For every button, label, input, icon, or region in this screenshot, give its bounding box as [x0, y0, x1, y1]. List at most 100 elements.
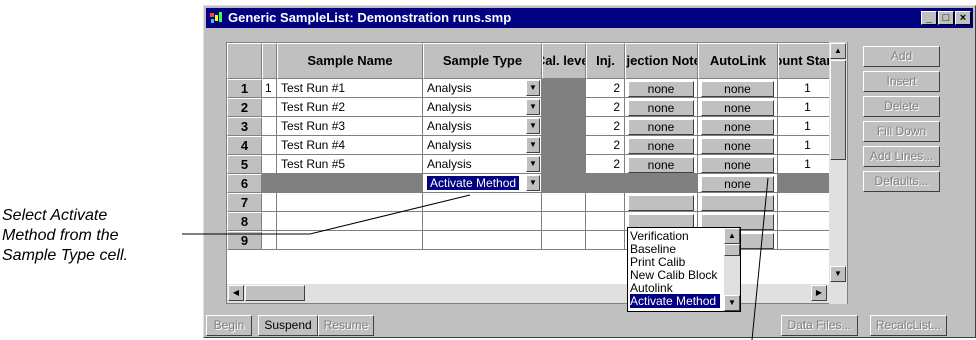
dropdown-option-selected[interactable]: Activate Method: [630, 294, 721, 308]
scroll-right-icon[interactable]: ▶: [811, 285, 827, 301]
injection-notes-cell[interactable]: none: [625, 155, 698, 174]
cal-level-cell[interactable]: [542, 193, 586, 212]
horizontal-scroll-thumb[interactable]: [245, 285, 305, 301]
injection-notes-button[interactable]: none: [628, 119, 694, 135]
injection-notes-button[interactable]: none: [628, 157, 694, 173]
sample-type-dropdown-list[interactable]: Verification Baseline Print Calib New Ca…: [627, 227, 741, 312]
inj-cell[interactable]: [586, 193, 625, 212]
dropdown-scroll-down-icon[interactable]: ▼: [724, 295, 740, 311]
dropdown-option[interactable]: New Calib Block: [630, 268, 717, 282]
injection-notes-button[interactable]: [628, 195, 694, 211]
injection-notes-button[interactable]: none: [628, 138, 694, 154]
autolink-button[interactable]: none: [701, 119, 774, 135]
dropdown-scroll-thumb[interactable]: [724, 244, 740, 256]
injection-notes-cell[interactable]: none: [625, 79, 698, 98]
injection-notes-cell[interactable]: [625, 174, 698, 193]
sample-type-cell[interactable]: Analysis ▼: [423, 136, 542, 155]
cal-level-cell[interactable]: [542, 117, 586, 136]
autolink-button[interactable]: none: [701, 157, 774, 173]
vertical-scroll-thumb[interactable]: [830, 60, 846, 160]
dropdown-arrow-icon[interactable]: ▼: [526, 156, 540, 172]
autolink-cell[interactable]: none: [698, 155, 778, 174]
sample-type-cell[interactable]: Analysis ▼: [423, 155, 542, 174]
injection-notes-button[interactable]: none: [628, 100, 694, 116]
resume-button[interactable]: Resume: [318, 315, 374, 336]
inj-cell[interactable]: 2: [586, 117, 625, 136]
autolink-cell[interactable]: none: [698, 98, 778, 117]
autolink-cell[interactable]: none: [698, 79, 778, 98]
dropdown-arrow-icon[interactable]: ▼: [526, 175, 540, 191]
sample-name-cell[interactable]: [277, 231, 423, 250]
injection-notes-cell[interactable]: [625, 193, 698, 212]
inj-cell[interactable]: 2: [586, 136, 625, 155]
sample-type-active-cell[interactable]: Activate Method ▼: [423, 174, 542, 193]
close-icon[interactable]: ×: [955, 11, 971, 25]
sample-type-cell[interactable]: [423, 231, 542, 250]
sample-type-cell[interactable]: Analysis ▼: [423, 98, 542, 117]
header-sample-type[interactable]: Sample Type: [423, 43, 542, 79]
row-header[interactable]: 4: [227, 136, 262, 155]
row-header[interactable]: 6: [227, 174, 262, 193]
cal-level-cell[interactable]: [542, 98, 586, 117]
sample-name-cell[interactable]: [277, 212, 423, 231]
scroll-up-icon[interactable]: ▲: [830, 43, 846, 59]
header-inj[interactable]: Inj.: [586, 43, 625, 79]
begin-button[interactable]: Begin: [206, 315, 252, 336]
sample-type-cell[interactable]: Analysis ▼: [423, 79, 542, 98]
row-header[interactable]: 9: [227, 231, 262, 250]
defaults-button[interactable]: Defaults...: [863, 171, 940, 192]
cal-level-cell[interactable]: [542, 174, 586, 193]
dropdown-option[interactable]: Verification: [630, 229, 689, 243]
autolink-button[interactable]: none: [701, 100, 774, 116]
dropdown-scrollbar[interactable]: ▲ ▼: [724, 228, 740, 311]
dropdown-scroll-up-icon[interactable]: ▲: [724, 228, 740, 244]
data-files-button[interactable]: Data Files...: [781, 315, 858, 336]
sample-name-cell[interactable]: Test Run #4: [277, 136, 423, 155]
grid-corner[interactable]: [227, 43, 262, 79]
delete-button[interactable]: Delete: [863, 96, 940, 117]
insert-button[interactable]: Insert: [863, 71, 940, 92]
dropdown-option[interactable]: Autolink: [630, 281, 673, 295]
sample-type-cell[interactable]: [423, 212, 542, 231]
autolink-cell[interactable]: none: [698, 174, 778, 193]
header-sample-name[interactable]: Sample Name: [277, 43, 423, 79]
row-header[interactable]: 2: [227, 98, 262, 117]
suspend-button[interactable]: Suspend: [258, 315, 318, 336]
inj-cell[interactable]: [586, 212, 625, 231]
autolink-button[interactable]: [701, 195, 774, 211]
injection-notes-cell[interactable]: none: [625, 136, 698, 155]
row-header[interactable]: 7: [227, 193, 262, 212]
sample-name-cell[interactable]: [277, 174, 423, 193]
autolink-cell[interactable]: [698, 193, 778, 212]
add-lines-button[interactable]: Add Lines...: [863, 146, 940, 167]
fill-down-button[interactable]: Fill Down: [863, 121, 940, 142]
scroll-down-icon[interactable]: ▼: [830, 266, 846, 282]
header-cal-level[interactable]: Cal. level: [542, 43, 586, 79]
cal-level-cell[interactable]: [542, 212, 586, 231]
injection-notes-button[interactable]: none: [628, 81, 694, 97]
recalc-list-button[interactable]: RecalcList...: [870, 315, 947, 336]
sample-name-cell[interactable]: Test Run #1: [277, 79, 423, 98]
inj-cell[interactable]: 2: [586, 98, 625, 117]
inj-cell[interactable]: [586, 174, 625, 193]
injection-notes-cell[interactable]: none: [625, 98, 698, 117]
sample-name-cell[interactable]: Test Run #3: [277, 117, 423, 136]
row-header[interactable]: 5: [227, 155, 262, 174]
autolink-cell[interactable]: none: [698, 136, 778, 155]
title-bar[interactable]: Generic SampleList: Demonstration runs.s…: [206, 8, 973, 28]
minimize-icon[interactable]: _: [921, 11, 937, 25]
autolink-button[interactable]: none: [701, 176, 774, 192]
sample-type-cell[interactable]: [423, 193, 542, 212]
dropdown-arrow-icon[interactable]: ▼: [526, 137, 540, 153]
autolink-button[interactable]: none: [701, 138, 774, 154]
add-button[interactable]: Add: [863, 46, 940, 67]
dropdown-option[interactable]: Print Calib: [630, 255, 685, 269]
sample-type-cell[interactable]: Analysis ▼: [423, 117, 542, 136]
header-autolink[interactable]: AutoLink: [698, 43, 778, 79]
row-header[interactable]: 1: [227, 79, 262, 98]
row-header[interactable]: 8: [227, 212, 262, 231]
dropdown-arrow-icon[interactable]: ▼: [526, 80, 540, 96]
cal-level-cell[interactable]: [542, 155, 586, 174]
inj-cell[interactable]: 2: [586, 155, 625, 174]
dropdown-option[interactable]: Baseline: [630, 242, 676, 256]
